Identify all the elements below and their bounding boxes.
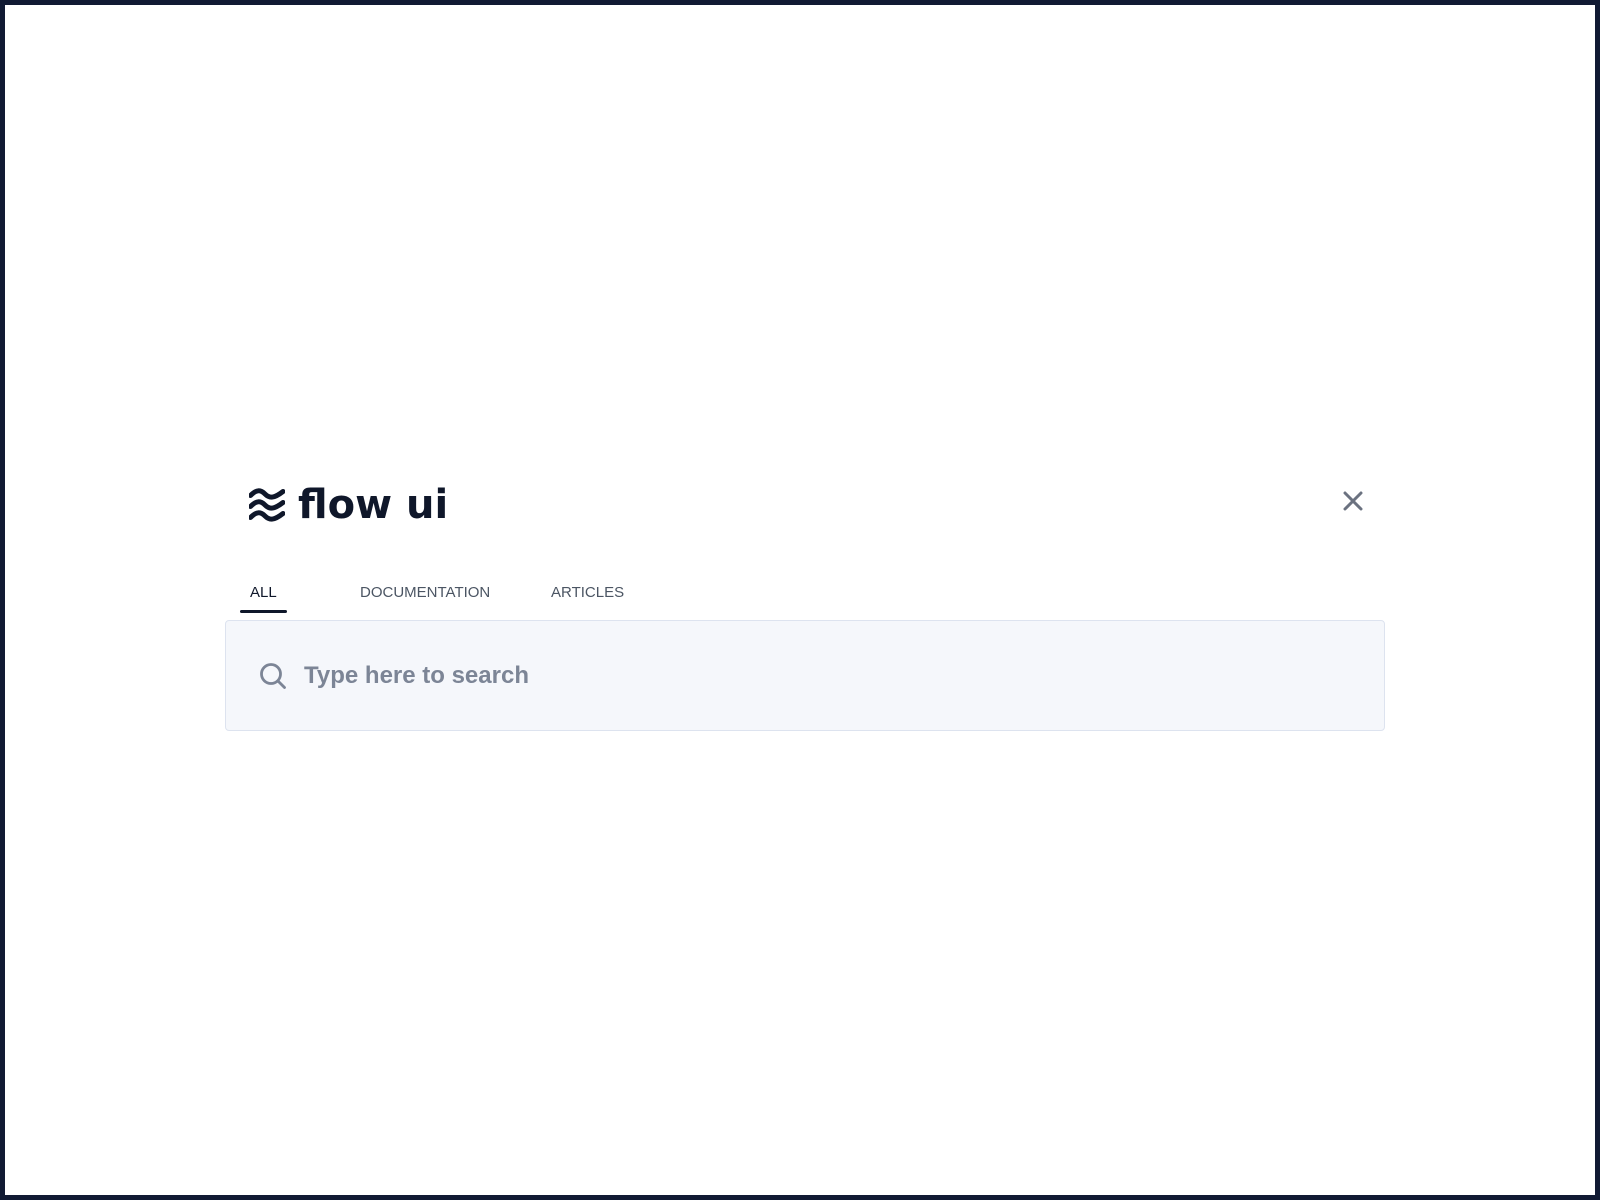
brand: flow ui [249,483,448,527]
tab-documentation-label: DOCUMENTATION [360,584,491,601]
close-icon [1343,491,1363,511]
tab-documentation[interactable]: DOCUMENTATION [360,583,490,613]
active-tab-indicator [240,610,287,613]
app-window: flow ui ALL DOCUMENTATION ARTICLES [0,0,1600,1200]
search-modal: flow ui ALL DOCUMENTATION ARTICLES [225,475,1385,735]
search-icon [258,661,288,691]
search-input[interactable] [304,650,1284,701]
tab-articles[interactable]: ARTICLES [551,583,624,613]
search-box [225,620,1385,731]
close-button[interactable] [1339,487,1367,515]
tab-all[interactable]: ALL [240,583,287,613]
tab-all-label: ALL [250,584,277,601]
brand-title: flow ui [298,482,449,528]
tab-articles-label: ARTICLES [551,584,625,601]
wave-logo-icon [249,488,285,522]
